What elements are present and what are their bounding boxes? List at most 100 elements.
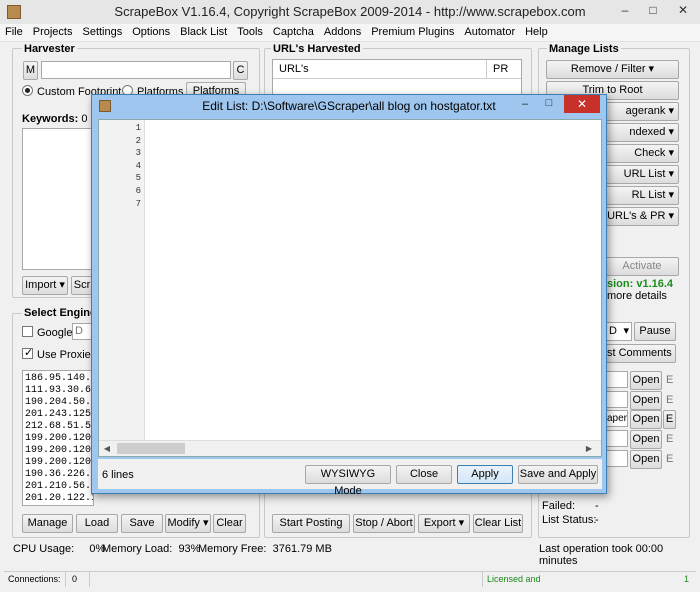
menu-help[interactable]: Help [520, 24, 553, 40]
start-posting-button[interactable]: Start Posting [272, 514, 350, 533]
dialog-footer: 6 lines WYSIWYG Mode Close Apply Save an… [98, 459, 602, 497]
import-button[interactable]: Import [22, 276, 68, 295]
modify-proxies-button[interactable]: Modify [165, 514, 211, 533]
load-proxies-button[interactable]: Load [76, 514, 118, 533]
memory-load: Memory Load: 93% [102, 543, 201, 555]
footprint-input[interactable] [41, 61, 231, 79]
horizontal-scrollbar[interactable]: ◀ ▶ [99, 440, 601, 456]
line-number: 3 [135, 148, 141, 159]
m-button[interactable]: M [23, 61, 38, 80]
minimize-button[interactable]: – [611, 0, 639, 20]
license-status: Licensed and [482, 572, 692, 587]
open-field-3[interactable]: aper [606, 410, 628, 427]
manage-lists-title: Manage Lists [547, 43, 621, 55]
menu-premium-plugins[interactable]: Premium Plugins [366, 24, 459, 40]
open-button-1[interactable]: Open [630, 371, 662, 390]
proxy-item: 190.204.50.152 [25, 397, 93, 408]
edit-list-dialog: Edit List: D:\Software\GScraper\all blog… [91, 94, 607, 497]
urls-col-header[interactable]: URL's [273, 60, 487, 79]
memory-free-value: 3761.79 MB [272, 543, 332, 555]
manage-proxies-button[interactable]: Manage [22, 514, 73, 533]
apply-button[interactable]: Apply [457, 465, 513, 484]
post-comments-button[interactable]: st Comments [606, 344, 676, 363]
dialog-close-text-button[interactable]: Close [396, 465, 452, 484]
edit-button-1[interactable]: E [666, 374, 673, 386]
proxy-item: 201.243.125.88 [25, 409, 93, 420]
menu-file[interactable]: File [0, 24, 28, 40]
right-select[interactable]: D ▾ [606, 322, 632, 341]
line-number: 4 [135, 160, 141, 171]
menu-automator[interactable]: Automator [459, 24, 520, 40]
edit-button-2[interactable]: E [666, 394, 673, 406]
keywords-label: Keywords: 0 [22, 113, 88, 125]
urls-table[interactable]: URL's PR [272, 59, 522, 99]
proxy-item: 199.200.120.14 [25, 433, 93, 444]
clear-list-button[interactable]: Clear List [473, 514, 523, 533]
line-number: 1 [135, 123, 141, 133]
open-field-4[interactable] [606, 430, 628, 447]
edit-button-5[interactable]: E [666, 453, 673, 465]
use-proxies-checkbox[interactable]: Use Proxies [22, 346, 96, 361]
google-label: Google [37, 327, 73, 339]
scrollbar-thumb[interactable] [117, 443, 185, 454]
proxy-item: 199.200.120.14 [25, 457, 93, 468]
open-button-3[interactable]: Open [630, 410, 662, 429]
line-number: 2 [135, 135, 141, 146]
scrape-button[interactable]: Scr [71, 276, 93, 295]
clear-proxies-button[interactable]: Clear [213, 514, 246, 533]
status-bar: Connections: 0 Licensed and 1 [4, 571, 696, 587]
proxy-item: 201.20.122.1 [25, 493, 94, 504]
scroll-right-arrow-icon[interactable]: ▶ [583, 442, 595, 455]
menu-bar: File Projects Settings Options Black List Too… [0, 24, 700, 42]
open-button-4[interactable]: Open [630, 430, 662, 449]
close-button[interactable]: ✕ [666, 0, 700, 20]
cpu-usage: CPU Usage: 0% [13, 543, 106, 555]
version-text: sion: v1.16.4 [607, 278, 674, 290]
window-title: ScrapeBox V1.16.4, Copyright ScrapeBox 2… [0, 0, 700, 24]
menu-blacklist[interactable]: Black List [175, 24, 232, 40]
dialog-minimize-button[interactable]: – [514, 95, 536, 113]
proxy-item: 190.36.226.246 [25, 469, 93, 480]
proxy-item: 111.93.30.66:31 [25, 385, 93, 396]
open-field-2[interactable] [606, 391, 628, 408]
menu-captcha[interactable]: Captcha [268, 24, 319, 40]
google-select[interactable]: D [72, 323, 92, 340]
status-counter: 1 [684, 574, 690, 584]
activate-button[interactable]: Activate [605, 257, 679, 276]
dialog-close-button[interactable]: ✕ [564, 95, 600, 113]
more-details-link[interactable]: more details [607, 290, 667, 302]
wysiwyg-mode-button[interactable]: WYSIWYG Mode [305, 465, 391, 497]
maximize-button[interactable]: □ [639, 0, 667, 20]
line-number-gutter: 1 2 3 4 5 6 7 [99, 120, 145, 440]
edit-button-4[interactable]: E [666, 433, 673, 445]
save-and-apply-button[interactable]: Save and Apply [518, 465, 598, 484]
edit-button-3[interactable]: E [663, 410, 676, 429]
menu-tools[interactable]: Tools [232, 24, 268, 40]
list-editor[interactable]: 1 2 3 4 5 6 7 ◀ ▶ [98, 119, 602, 457]
proxy-item: 186.95.140.39:8 [25, 373, 93, 384]
scroll-left-arrow-icon[interactable]: ◀ [101, 442, 113, 455]
list-status-label: List Status: [542, 514, 597, 526]
proxy-item: 199.200.120.14 [25, 445, 93, 456]
menu-addons[interactable]: Addons [319, 24, 366, 40]
stop-abort-button[interactable]: Stop / Abort [353, 514, 415, 533]
failed-label: Failed: [542, 500, 576, 512]
open-button-2[interactable]: Open [630, 391, 662, 410]
save-proxies-button[interactable]: Save [121, 514, 163, 533]
export-button[interactable]: Export [418, 514, 470, 533]
open-field-5[interactable] [606, 450, 628, 467]
google-checkbox[interactable]: Google [22, 326, 72, 339]
harvester-title: Harvester [22, 43, 77, 55]
open-button-5[interactable]: Open [630, 450, 662, 469]
remove-filter-button[interactable]: Remove / Filter [546, 60, 679, 79]
menu-settings[interactable]: Settings [77, 24, 127, 40]
dialog-maximize-button[interactable]: □ [538, 95, 560, 113]
c-button[interactable]: C [233, 61, 248, 80]
menu-projects[interactable]: Projects [28, 24, 78, 40]
pr-col-header[interactable]: PR [487, 60, 521, 79]
proxy-list[interactable]: 186.95.140.39:8 111.93.30.66:31 190.204.… [22, 370, 94, 506]
pause-button[interactable]: Pause [634, 322, 676, 341]
open-field-1[interactable] [606, 371, 628, 388]
menu-options[interactable]: Options [127, 24, 175, 40]
memory-free: Memory Free: 3761.79 MB [198, 543, 332, 555]
